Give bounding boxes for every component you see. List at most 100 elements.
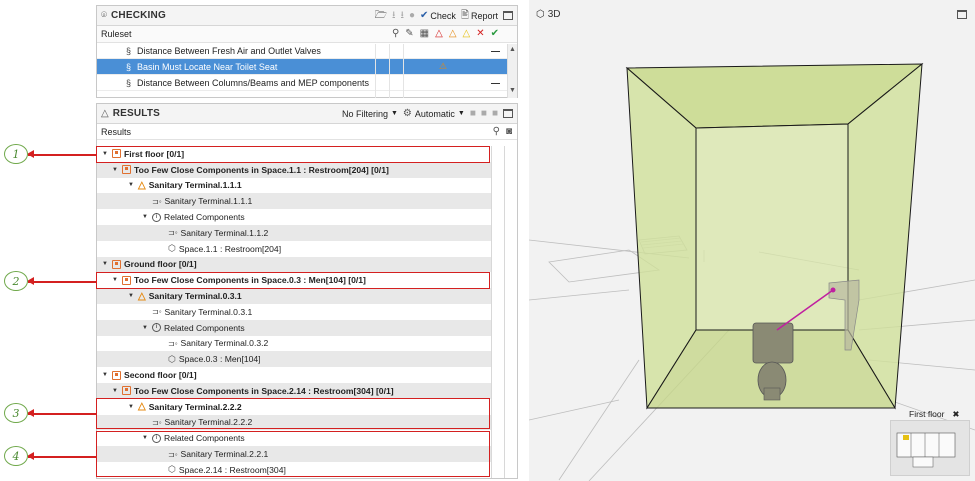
chevron-down-icon: ▼: [390, 110, 398, 117]
attachment-icon[interactable]: ⚲: [392, 29, 399, 39]
tree-row-label: Sanitary Terminal.0.3.1: [148, 291, 242, 302]
space-issue-icon: [122, 386, 131, 396]
results-header: △ RESULTS No Filtering ▼ ⚙ Automatic ▼ ■…: [97, 104, 517, 124]
report-button[interactable]: 🖹 Report: [461, 10, 498, 21]
floor-label: First floor: [909, 409, 945, 419]
tree-row-label: Space.0.3 : Men[104]: [178, 354, 261, 365]
critical-filter-icon[interactable]: △: [435, 29, 443, 39]
space-issue-icon: [112, 370, 121, 380]
expand-toggle-icon[interactable]: ▼: [111, 167, 119, 173]
expand-toggle-icon[interactable]: ▼: [101, 261, 109, 267]
cube-icon: ⬡: [168, 353, 176, 364]
check-button[interactable]: ✔ Check: [420, 9, 456, 21]
dash-icon: —: [491, 77, 500, 88]
expand-toggle-icon[interactable]: ▼: [111, 388, 119, 394]
gear-icon: ⚙: [402, 107, 412, 119]
scroll-up-icon[interactable]: ▲: [508, 44, 517, 55]
tree-row[interactable]: ▼ Too Few Close Components in Space.2.14 …: [97, 382, 491, 399]
rules-scrollbar[interactable]: ▲ ▼: [507, 44, 517, 98]
results-column-label: Results: [101, 126, 132, 137]
tree-row[interactable]: ▼ Second floor [0/1]: [97, 367, 491, 383]
highlight-box-4: [96, 431, 490, 477]
tree-row-label: Sanitary Terminal.0.3.2: [180, 338, 269, 349]
download-icon[interactable]: ⭳: [392, 10, 396, 21]
screenshot-root: ⌾ CHECKING 🗁 ⭳ ⭳ ● ✔ Check 🖹 Report Rule…: [0, 0, 975, 481]
attachment-icon[interactable]: ⚲: [493, 126, 500, 137]
tree-row[interactable]: ▼ △ Sanitary Terminal.0.3.1: [97, 288, 491, 304]
scroll-thumb[interactable]: [508, 55, 517, 85]
tree-row[interactable]: ▼ Too Few Close Components in Space.1.1 :…: [97, 161, 491, 178]
tree-row-label: Second floor [0/1]: [124, 370, 197, 381]
reject-icon[interactable]: ✕: [476, 29, 484, 39]
tree-row[interactable]: ▼ △ Sanitary Terminal.1.1.1: [97, 178, 491, 194]
rule-row[interactable]: § Distance Between Columns/Beams and MEP …: [97, 75, 517, 91]
tree-row[interactable]: ▼ Ground floor [0/1]: [97, 256, 491, 273]
highlight-box-1: [96, 146, 490, 163]
tree-row-label: Sanitary Terminal.0.3.1: [164, 306, 253, 317]
callout-4: 4: [4, 446, 28, 466]
scroll-down-icon[interactable]: ▼: [508, 85, 517, 96]
expand-toggle-icon[interactable]: ▼: [127, 182, 135, 188]
maximize-icon[interactable]: [957, 10, 967, 19]
expand-toggle-icon[interactable]: ▼: [127, 293, 135, 299]
tree-row[interactable]: ⊐◦ Sanitary Terminal.1.1.2: [97, 224, 491, 241]
tree-row-label: Ground floor [0/1]: [124, 259, 197, 270]
tree-row[interactable]: ⊐◦ Sanitary Terminal.0.3.1: [97, 304, 491, 320]
tree-row-label: Related Components: [164, 212, 245, 223]
stop-icon[interactable]: ●: [409, 10, 415, 21]
warning-icon: △: [138, 290, 146, 302]
component-icon: ⊐◦: [152, 307, 162, 317]
table-icon[interactable]: ▦: [420, 29, 429, 39]
annotation-arrow-3: [27, 410, 96, 416]
cube-icon: ⬡: [168, 243, 176, 254]
rules-list: § Distance Between Fresh Air and Outlet V…: [97, 43, 517, 91]
3d-viewport[interactable]: ⬡ 3D First floor ✖: [529, 0, 975, 481]
edit-icon[interactable]: ✎: [405, 29, 413, 39]
component-icon: ⊐◦: [152, 196, 162, 206]
minimap[interactable]: [890, 420, 970, 476]
rule-row[interactable]: § Distance Between Fresh Air and Outlet V…: [97, 43, 517, 59]
section-icon: §: [125, 61, 131, 72]
open-folder-icon[interactable]: 🗁: [375, 10, 387, 21]
maximize-icon[interactable]: [503, 109, 513, 118]
maximize-icon[interactable]: [503, 11, 513, 20]
group-icon[interactable]: ■: [470, 108, 476, 119]
callout-2: 2: [4, 271, 28, 291]
group-icon[interactable]: ■: [492, 108, 498, 119]
chevron-down-icon: ▼: [457, 110, 465, 117]
filter-dropdown[interactable]: No Filtering ▼: [342, 109, 398, 119]
tree-row[interactable]: ⬡ Space.1.1 : Restroom[204]: [97, 241, 491, 257]
accept-icon[interactable]: ✔: [491, 29, 499, 39]
tree-row[interactable]: ▼ i Related Components: [97, 319, 491, 336]
camera-icon[interactable]: ◙: [506, 126, 512, 137]
rule-label: Distance Between Columns/Beams and MEP c…: [137, 77, 369, 88]
column-separator: [375, 44, 376, 98]
proximity-point: [830, 287, 836, 293]
rule-row[interactable]: § Basin Must Locate Near Toilet Seat ⚠: [97, 59, 517, 75]
section-icon: §: [125, 77, 131, 88]
check-icon: ✔: [420, 9, 429, 21]
tree-row[interactable]: ⬡ Space.0.3 : Men[104]: [97, 351, 491, 368]
rule-label: Basin Must Locate Near Toilet Seat: [137, 61, 278, 72]
tree-row[interactable]: ⊐◦ Sanitary Terminal.1.1.1: [97, 193, 491, 210]
expand-toggle-icon[interactable]: ▼: [141, 214, 149, 220]
low-filter-icon[interactable]: △: [463, 29, 471, 39]
tree-row[interactable]: ⊐◦ Sanitary Terminal.0.3.2: [97, 336, 491, 352]
info-icon: i: [152, 212, 161, 222]
floor-selector[interactable]: First floor ✖: [909, 409, 960, 420]
component-icon: ⊐◦: [168, 228, 178, 238]
moderate-filter-icon[interactable]: △: [449, 29, 457, 39]
export-icon[interactable]: ⭳: [400, 10, 404, 21]
expand-toggle-icon[interactable]: ▼: [101, 372, 109, 378]
warning-icon: ⚠: [439, 61, 448, 71]
info-icon: i: [152, 323, 161, 333]
cube-icon: ⬡: [536, 9, 545, 20]
column-separator: [504, 146, 505, 478]
close-icon[interactable]: ✖: [952, 409, 959, 420]
group-icon[interactable]: ■: [481, 108, 487, 119]
expand-toggle-icon[interactable]: ▼: [141, 325, 149, 331]
ruleset-header: Ruleset ⚲ ✎ ▦ △ △ △ ✕ ✔: [97, 26, 517, 43]
warning-icon: △: [138, 179, 146, 191]
tree-row[interactable]: ▼ i Related Components: [97, 209, 491, 225]
mode-dropdown[interactable]: ⚙ Automatic ▼: [402, 107, 465, 119]
